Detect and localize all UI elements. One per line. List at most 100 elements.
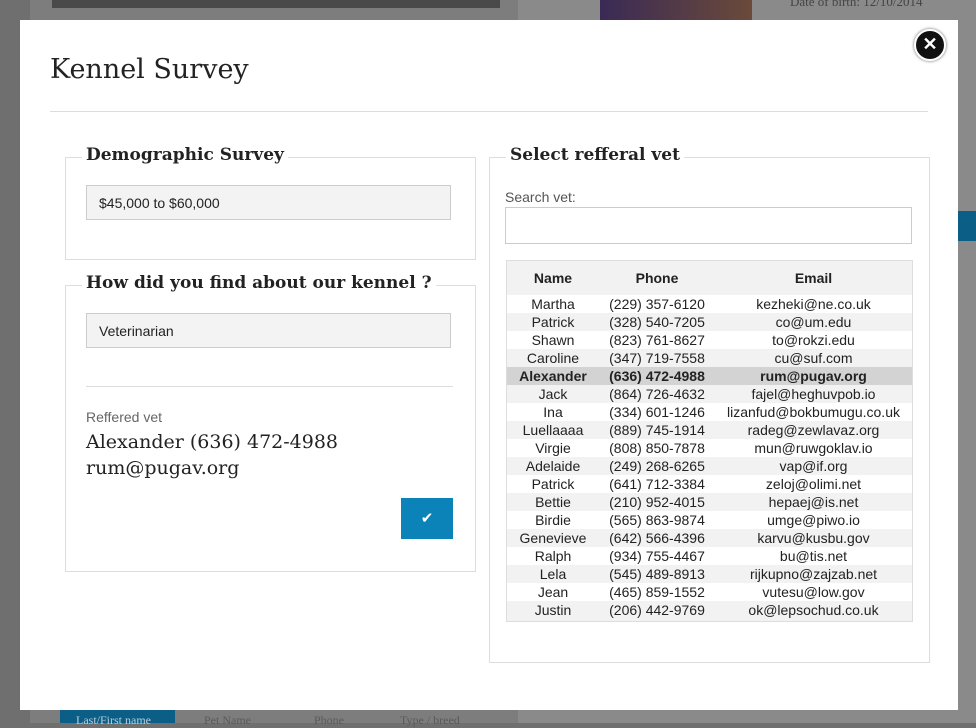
background-tab-pet: Pet Name: [204, 713, 251, 727]
vet-cell-name: Virgie: [507, 439, 599, 457]
vet-table-row[interactable]: Ralph (934) 755-4467 bu@tis.net: [507, 547, 912, 565]
vet-cell-phone: (206) 442-9769: [599, 601, 715, 619]
vet-cell-email: cu@suf.com: [715, 349, 912, 367]
vet-cell-name: Jean: [507, 583, 599, 601]
vet-cell-phone: (210) 952-4015: [599, 493, 715, 511]
vet-table-row[interactable]: Genevieve (642) 566-4396 karvu@kusbu.gov: [507, 529, 912, 547]
search-vet-input[interactable]: [505, 207, 912, 244]
vet-cell-name: Patrick: [507, 313, 599, 331]
vet-cell-email: fajel@heghuvpob.io: [715, 385, 912, 403]
vet-table-row[interactable]: Adelaide (249) 268-6265 vap@if.org: [507, 457, 912, 475]
vet-cell-email: vap@if.org: [715, 457, 912, 475]
vet-cell-name: Ina: [507, 403, 599, 421]
vet-cell-name: Martha: [507, 295, 599, 313]
vet-cell-email: vutesu@low.gov: [715, 583, 912, 601]
vet-table-row[interactable]: Virgie (808) 850-7878 mun@ruwgoklav.io: [507, 439, 912, 457]
vet-cell-email: radeg@zewlavaz.org: [715, 421, 912, 439]
background-note-tab: [958, 211, 976, 241]
vet-cell-email: kezheki@ne.co.uk: [715, 295, 912, 313]
referred-vet-name-phone: Alexander (636) 472-4988: [86, 431, 339, 453]
vet-cell-phone: (808) 850-7878: [599, 439, 715, 457]
vet-cell-phone: (641) 712-3384: [599, 475, 715, 493]
vet-cell-name: Bettie: [507, 493, 599, 511]
referred-vet-label: Reffered vet: [86, 409, 163, 425]
vet-table-row[interactable]: Justin (206) 442-9769 ok@lepsochud.co.uk: [507, 601, 912, 619]
background-tab-name: Last/First name: [76, 713, 151, 727]
vet-table-row[interactable]: Caroline (347) 719-7558 cu@suf.com: [507, 349, 912, 367]
referred-vet-email: rum@pugav.org: [86, 457, 240, 479]
background-dob-text: Date of birth: 12/10/2014: [790, 0, 923, 9]
vet-cell-phone: (889) 745-1914: [599, 421, 715, 439]
vet-table-row[interactable]: Alexander (636) 472-4988 rum@pugav.org: [507, 367, 912, 385]
vet-table-row[interactable]: Martha (229) 357-6120 kezheki@ne.co.uk: [507, 295, 912, 313]
income-select[interactable]: $45,000 to $60,000: [86, 185, 451, 220]
vet-cell-email: lizanfud@bokbumugu.co.uk: [715, 403, 912, 421]
vet-cell-name: Shawn: [507, 331, 599, 349]
vet-cell-name: Ralph: [507, 547, 599, 565]
column-header-email[interactable]: Email: [715, 261, 912, 295]
vet-cell-name: Caroline: [507, 349, 599, 367]
vet-cell-email: ok@lepsochud.co.uk: [715, 601, 912, 619]
vet-cell-phone: (328) 540-7205: [599, 313, 715, 331]
vet-cell-name: Adelaide: [507, 457, 599, 475]
background-pet-photo: [600, 0, 752, 20]
discovery-section: How did you find about our kennel ? Vete…: [65, 273, 476, 572]
vet-table-row[interactable]: Patrick (328) 540-7205 co@um.edu: [507, 313, 912, 331]
vet-cell-phone: (465) 859-1552: [599, 583, 715, 601]
background-tab-phone: Phone: [314, 713, 344, 727]
vet-cell-email: rijkupno@zajzab.net: [715, 565, 912, 583]
vet-table-row[interactable]: Jean (465) 859-1552 vutesu@low.gov: [507, 583, 912, 601]
vet-table: Name Phone Email Martha (229) 357-6120 kez…: [507, 261, 912, 619]
close-icon[interactable]: ✕: [914, 29, 946, 61]
column-header-phone[interactable]: Phone: [599, 261, 715, 295]
vet-cell-phone: (636) 472-4988: [599, 367, 715, 385]
vet-select-section: Select refferal vet Search vet: Name Pho…: [489, 145, 930, 663]
vet-cell-phone: (334) 601-1246: [599, 403, 715, 421]
vet-cell-name: Genevieve: [507, 529, 599, 547]
vet-table-row[interactable]: Shawn (823) 761-8627 to@rokzi.edu: [507, 331, 912, 349]
vet-cell-email: mun@ruwgoklav.io: [715, 439, 912, 457]
discovery-legend: How did you find about our kennel ?: [82, 273, 436, 293]
vet-cell-email: karvu@kusbu.gov: [715, 529, 912, 547]
discovery-divider: [86, 386, 453, 387]
vet-table-row[interactable]: Ina (334) 601-1246 lizanfud@bokbumugu.co.u…: [507, 403, 912, 421]
vet-table-container[interactable]: Name Phone Email Martha (229) 357-6120 kez…: [506, 260, 913, 622]
vet-cell-email: co@um.edu: [715, 313, 912, 331]
vet-cell-name: Patrick: [507, 475, 599, 493]
vet-cell-phone: (545) 489-8913: [599, 565, 715, 583]
vet-table-header-row: Name Phone Email: [507, 261, 912, 295]
vet-table-row[interactable]: Patrick (641) 712-3384 zeloj@olimi.net: [507, 475, 912, 493]
demographic-survey-legend: Demographic Survey: [82, 145, 288, 165]
confirm-button[interactable]: ✔: [401, 498, 453, 539]
vet-cell-phone: (823) 761-8627: [599, 331, 715, 349]
vet-cell-email: hepaej@is.net: [715, 493, 912, 511]
background-table-header: [52, 0, 500, 8]
vet-cell-name: Jack: [507, 385, 599, 403]
search-vet-label: Search vet:: [505, 189, 576, 205]
vet-table-row[interactable]: Luellaaaa (889) 745-1914 radeg@zewlavaz.or…: [507, 421, 912, 439]
vet-table-row[interactable]: Lela (545) 489-8913 rijkupno@zajzab.net: [507, 565, 912, 583]
vet-cell-phone: (864) 726-4632: [599, 385, 715, 403]
demographic-survey-section: Demographic Survey $45,000 to $60,000: [65, 145, 476, 260]
modal-divider: [50, 111, 928, 112]
vet-cell-name: Alexander: [507, 367, 599, 385]
vet-cell-phone: (229) 357-6120: [599, 295, 715, 313]
vet-cell-name: Birdie: [507, 511, 599, 529]
vet-table-row[interactable]: Jack (864) 726-4632 fajel@heghuvpob.io: [507, 385, 912, 403]
vet-table-row[interactable]: Birdie (565) 863-9874 umge@piwo.io: [507, 511, 912, 529]
vet-cell-phone: (249) 268-6265: [599, 457, 715, 475]
vet-select-legend: Select refferal vet: [506, 145, 684, 165]
vet-cell-name: Justin: [507, 601, 599, 619]
kennel-survey-modal: Kennel Survey ✕ Demographic Survey $45,0…: [20, 20, 958, 710]
column-header-name[interactable]: Name: [507, 261, 599, 295]
discovery-source-select[interactable]: Veterinarian: [86, 313, 451, 348]
modal-title: Kennel Survey: [50, 54, 249, 85]
vet-cell-email: rum@pugav.org: [715, 367, 912, 385]
vet-cell-email: bu@tis.net: [715, 547, 912, 565]
vet-table-row[interactable]: Bettie (210) 952-4015 hepaej@is.net: [507, 493, 912, 511]
vet-cell-name: Lela: [507, 565, 599, 583]
vet-cell-phone: (642) 566-4396: [599, 529, 715, 547]
vet-table-body: Martha (229) 357-6120 kezheki@ne.co.uk Patr…: [507, 295, 912, 619]
vet-cell-phone: (347) 719-7558: [599, 349, 715, 367]
background-tab-breed: Type / breed: [400, 713, 460, 727]
